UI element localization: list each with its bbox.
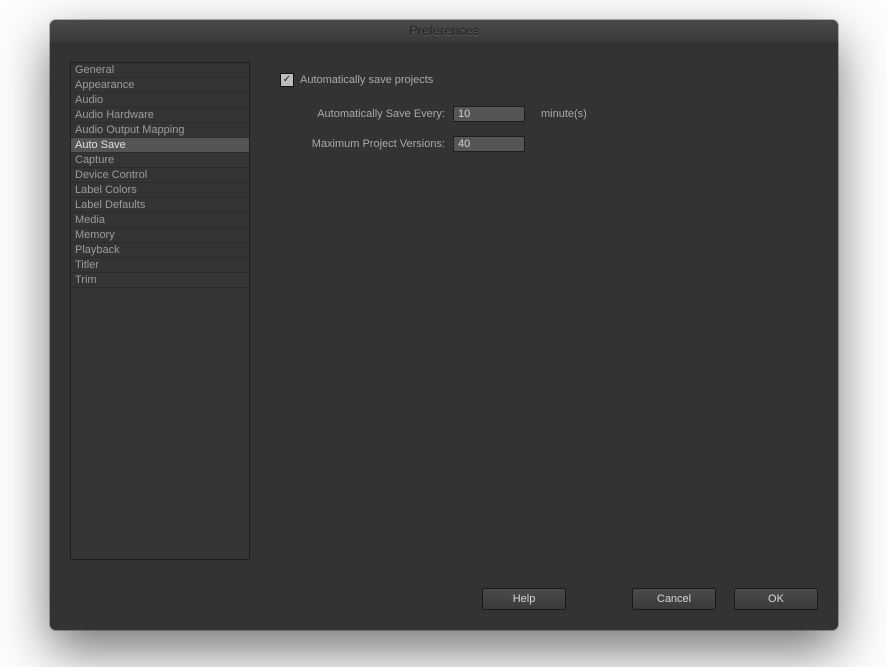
help-button[interactable]: Help bbox=[482, 588, 566, 610]
autosave-interval-input[interactable] bbox=[453, 106, 525, 122]
window-titlebar: Preferences bbox=[50, 20, 838, 43]
sidebar-item-trim[interactable]: Trim bbox=[71, 273, 249, 288]
sidebar-item-audio-output-mapping[interactable]: Audio Output Mapping bbox=[71, 123, 249, 138]
sidebar-item-capture[interactable]: Capture bbox=[71, 153, 249, 168]
cancel-button[interactable]: Cancel bbox=[632, 588, 716, 610]
dialog-body: GeneralAppearanceAudioAudio HardwareAudi… bbox=[50, 42, 838, 630]
window-title: Preferences bbox=[409, 23, 479, 38]
autosave-interval-row: Automatically Save Every: minute(s) bbox=[280, 104, 808, 124]
sidebar-item-label-colors[interactable]: Label Colors bbox=[71, 183, 249, 198]
sidebar-item-general[interactable]: General bbox=[71, 63, 249, 78]
sidebar-item-auto-save[interactable]: Auto Save bbox=[71, 138, 249, 153]
sidebar-item-titler[interactable]: Titler bbox=[71, 258, 249, 273]
settings-panel: ✓ Automatically save projects Automatica… bbox=[250, 62, 818, 560]
sidebar-item-appearance[interactable]: Appearance bbox=[71, 78, 249, 93]
sidebar-item-audio[interactable]: Audio bbox=[71, 93, 249, 108]
sidebar-item-playback[interactable]: Playback bbox=[71, 243, 249, 258]
dialog-button-bar: Help Cancel OK bbox=[70, 588, 818, 610]
sidebar-item-audio-hardware[interactable]: Audio Hardware bbox=[71, 108, 249, 123]
autosave-checkbox-label: Automatically save projects bbox=[300, 74, 433, 86]
ok-button[interactable]: OK bbox=[734, 588, 818, 610]
max-versions-input[interactable] bbox=[453, 136, 525, 152]
max-versions-label: Maximum Project Versions: bbox=[280, 138, 453, 150]
sidebar-item-device-control[interactable]: Device Control bbox=[71, 168, 249, 183]
autosave-interval-label: Automatically Save Every: bbox=[280, 108, 453, 120]
sidebar-item-label-defaults[interactable]: Label Defaults bbox=[71, 198, 249, 213]
autosave-checkbox-row[interactable]: ✓ Automatically save projects bbox=[280, 70, 808, 90]
sidebar-item-memory[interactable]: Memory bbox=[71, 228, 249, 243]
sidebar-item-media[interactable]: Media bbox=[71, 213, 249, 228]
autosave-interval-unit: minute(s) bbox=[541, 108, 587, 120]
category-sidebar: GeneralAppearanceAudioAudio HardwareAudi… bbox=[70, 62, 250, 560]
max-versions-row: Maximum Project Versions: bbox=[280, 134, 808, 154]
autosave-checkbox[interactable]: ✓ bbox=[280, 73, 294, 87]
preferences-dialog: Preferences GeneralAppearanceAudioAudio … bbox=[50, 20, 838, 630]
